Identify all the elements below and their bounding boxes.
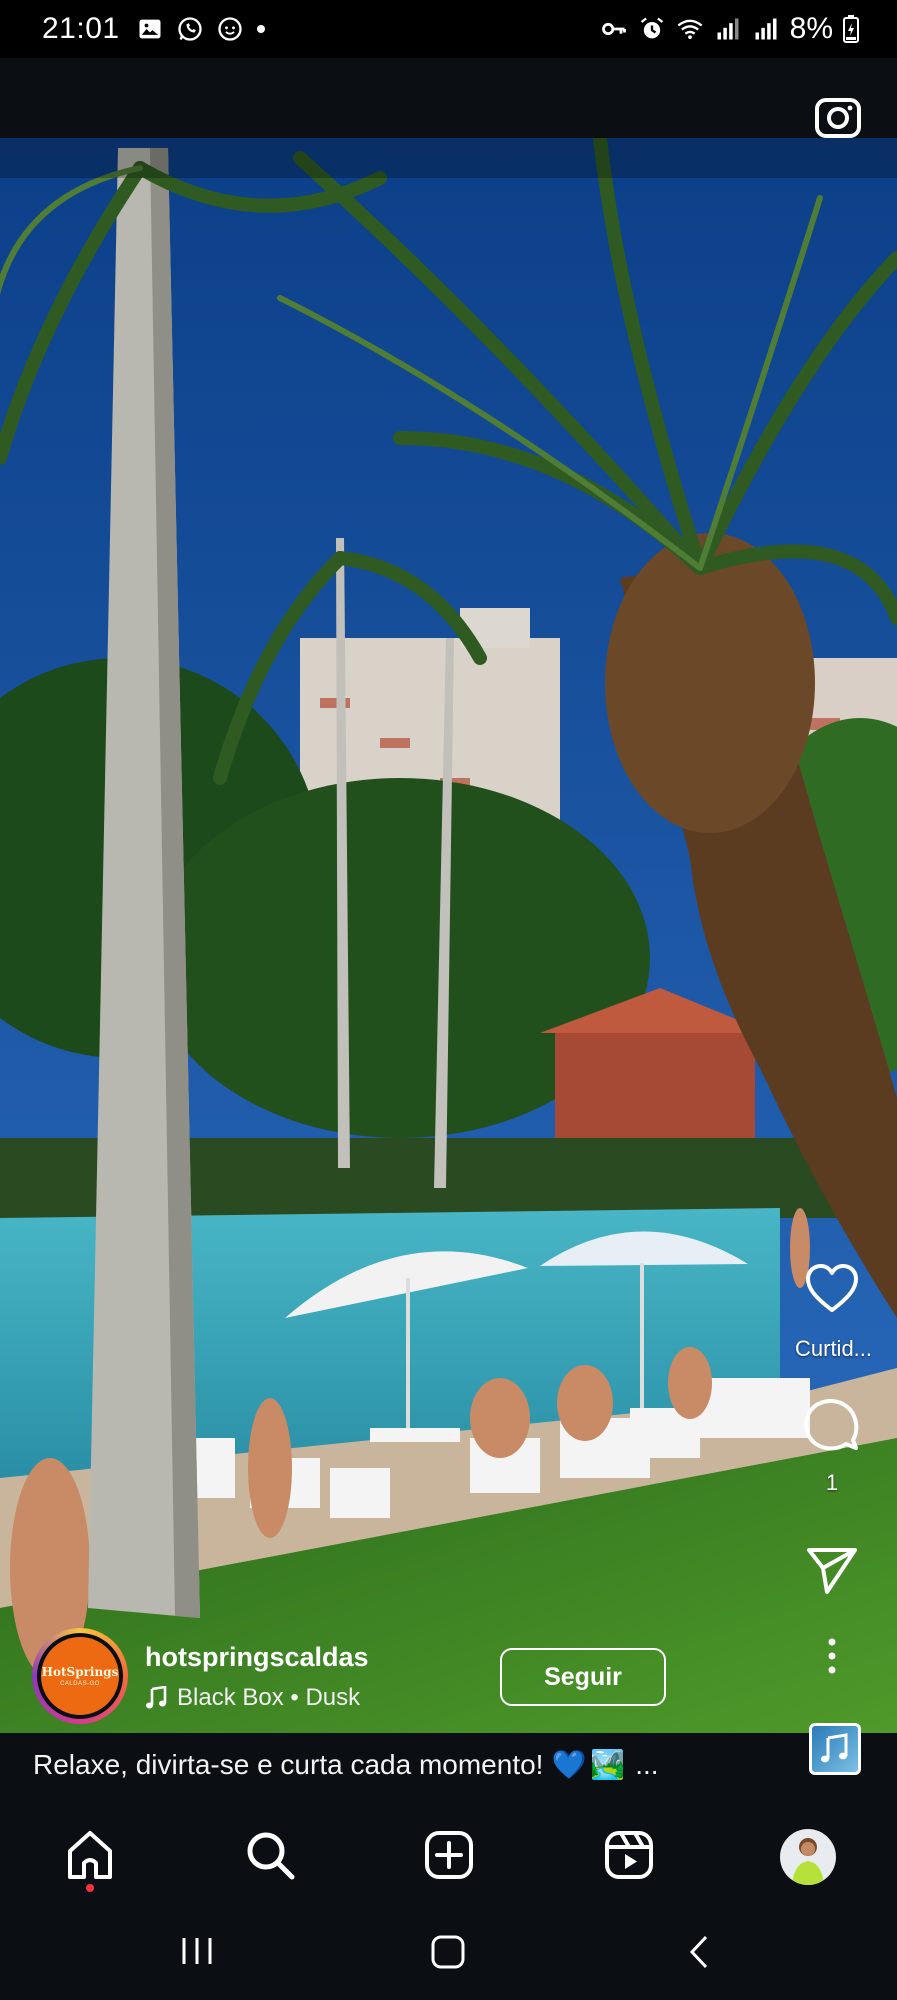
blue-heart-emoji: 💙 [551,1749,587,1780]
gallery-icon [139,19,161,39]
camera-icon[interactable] [813,92,863,142]
comment-action[interactable]: 1 [795,1396,869,1496]
status-bar: 21:01 8% [0,0,897,58]
profile-photo [780,1829,836,1885]
caption-text: Relaxe, divirta-se e curta cada momento! [33,1748,544,1780]
recent-apps-icon[interactable] [180,1934,214,1968]
reels-icon[interactable] [601,1827,657,1883]
back-icon[interactable] [686,1934,712,1970]
battery-percent: 8% [789,12,833,45]
notification-icons [136,15,266,43]
author-avatar[interactable]: HotSprings CALDAS-GO [32,1628,128,1724]
whatsapp-icon [177,17,202,41]
wifi-icon [677,19,703,40]
landscape-emoji: 🏞️ [590,1749,626,1780]
music-note-icon [146,1686,167,1709]
home-icon[interactable] [62,1827,118,1883]
caption-more[interactable]: ... [635,1749,658,1781]
create-icon[interactable] [421,1827,477,1883]
like-label: Curtid... [795,1336,873,1361]
more-vertical-icon[interactable] [822,1636,842,1676]
home-notification-dot [86,1884,94,1892]
home-button-icon[interactable] [430,1934,466,1970]
search-icon[interactable] [242,1827,298,1883]
video-frame [0,138,897,1733]
comment-count: 1 [825,1470,839,1495]
author-username[interactable]: hotspringscaldas [145,1642,369,1673]
messenger-icon [217,17,242,41]
notification-dot [256,25,265,33]
send-icon[interactable] [803,1540,861,1598]
author-row: HotSprings CALDAS-GO hotspringscaldas Bl… [32,1628,672,1724]
reel-video[interactable] [0,138,897,1733]
audio-info[interactable]: Black Box • Dusk [145,1684,360,1712]
reels-header [0,58,897,138]
audio-thumbnail[interactable] [809,1723,861,1775]
caption[interactable]: Relaxe, divirta-se e curta cada momento!… [33,1748,659,1781]
heart-icon[interactable] [803,1260,861,1318]
alarm-icon [640,17,663,39]
like-action[interactable]: Curtid... [795,1260,873,1362]
vpn-key-icon [601,22,626,36]
profile-avatar[interactable] [780,1829,836,1885]
audio-title: Black Box • Dusk [177,1684,361,1711]
music-note-icon [821,1733,848,1763]
hotsprings-logo: HotSprings CALDAS-GO [41,1637,119,1715]
follow-button[interactable]: Seguir [500,1648,666,1706]
status-right: 8% [600,12,859,46]
status-time: 21:01 [42,12,120,45]
more-action[interactable] [795,1636,869,1676]
signal-icon [717,18,739,40]
comment-icon[interactable] [803,1396,861,1454]
battery-icon [843,15,859,43]
share-action[interactable] [795,1540,869,1598]
signal-icon [755,18,777,40]
